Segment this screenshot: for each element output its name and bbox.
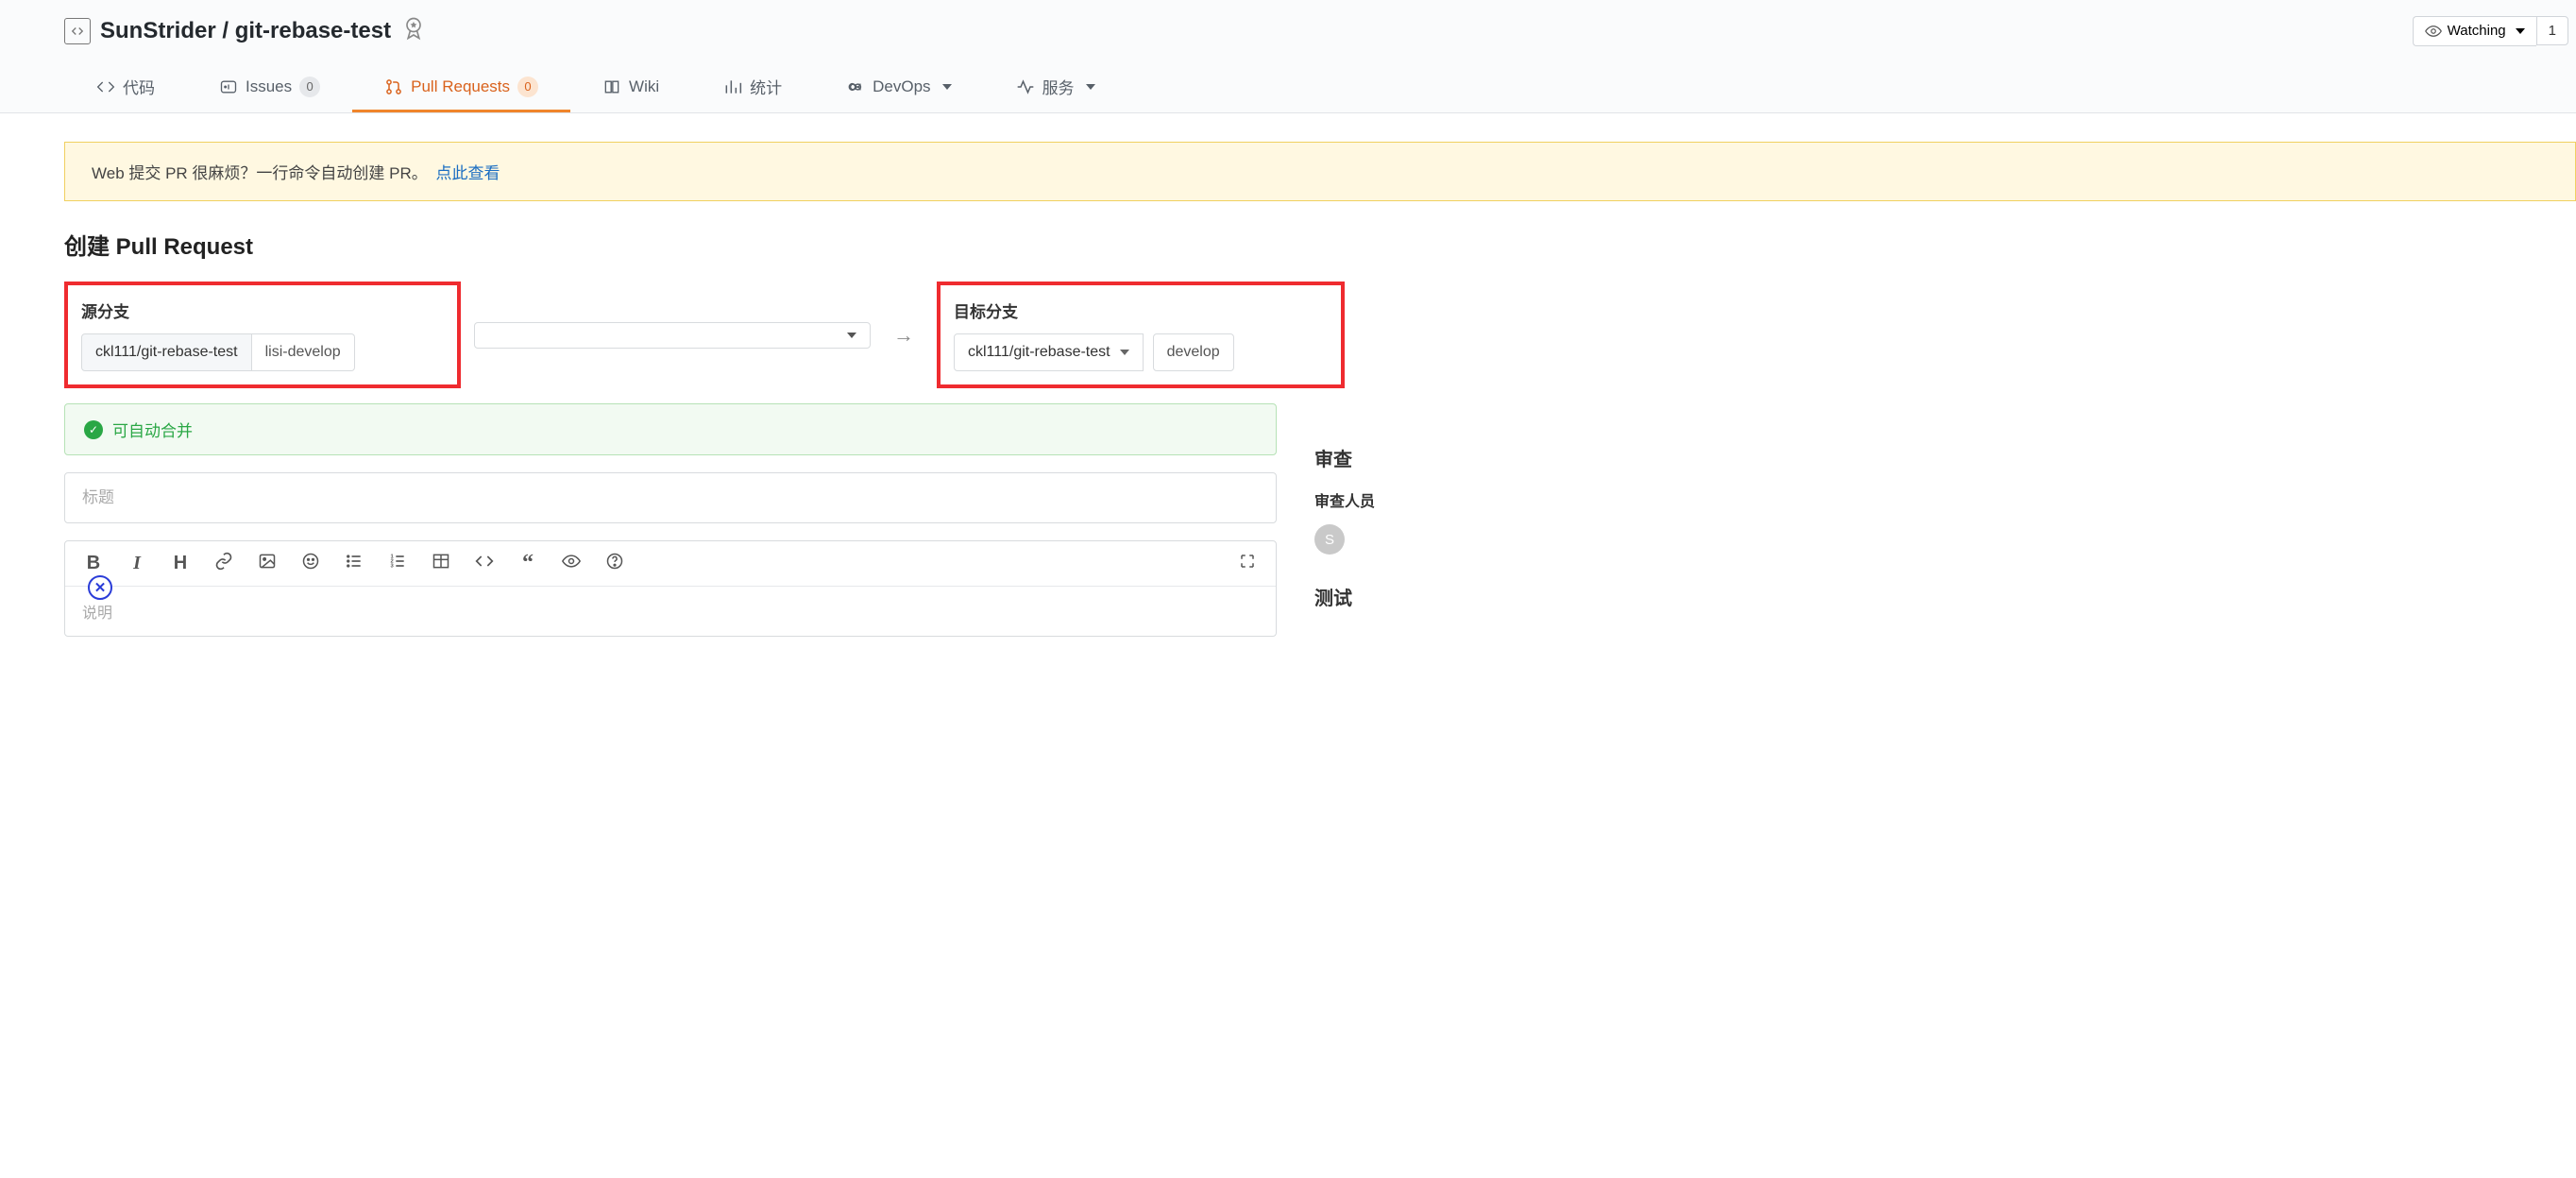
caret-down-icon (942, 84, 952, 90)
source-repo-value: ckl111/git-rebase-test (95, 344, 238, 361)
issues-count-badge: 0 (299, 77, 320, 97)
caret-down-icon (1120, 350, 1129, 355)
source-branch-value: lisi-develop (265, 344, 341, 361)
tab-devops-label: DevOps (873, 77, 930, 96)
svg-text:3: 3 (391, 563, 395, 569)
description-body[interactable]: ✕ 说明 (65, 587, 1276, 636)
preview-icon[interactable] (560, 552, 583, 576)
watch-count[interactable]: 1 (2536, 16, 2568, 45)
source-repo-select[interactable]: ckl111/git-rebase-test (81, 333, 252, 371)
caret-down-icon (2516, 28, 2525, 34)
eye-icon (2425, 23, 2442, 40)
tab-code-label: 代码 (123, 75, 155, 98)
ol-icon[interactable]: 123 (386, 552, 409, 576)
desc-placeholder: 说明 (82, 606, 112, 622)
issues-icon (219, 77, 238, 96)
chart-icon (723, 77, 742, 96)
target-repo-value: ckl111/git-rebase-test (968, 344, 1110, 361)
banner-link[interactable]: 点此查看 (436, 164, 500, 182)
caret-down-icon (847, 333, 856, 338)
tab-wiki[interactable]: Wiki (570, 63, 691, 112)
source-label: 源分支 (81, 299, 444, 322)
review-heading: 审查 (1314, 444, 1456, 471)
target-branch-value: develop (1167, 344, 1220, 361)
tab-wiki-label: Wiki (629, 77, 659, 96)
watch-button[interactable]: Watching (2413, 16, 2536, 46)
award-icon[interactable] (400, 15, 427, 46)
tab-pull-requests[interactable]: Pull Requests 0 (352, 63, 570, 112)
book-icon (602, 77, 621, 96)
merge-status-bar: ✓ 可自动合并 (64, 403, 1277, 455)
owner-link[interactable]: SunStrider (100, 18, 216, 43)
bold-icon[interactable]: B (82, 553, 105, 574)
link-icon[interactable] (212, 552, 235, 576)
pull-request-icon (384, 77, 403, 96)
tab-code[interactable]: 代码 (64, 63, 187, 112)
infinity-icon (846, 77, 865, 96)
repo-icon (64, 18, 91, 44)
test-heading: 测试 (1314, 583, 1456, 610)
tab-devops[interactable]: DevOps (814, 63, 983, 112)
page-title: 创建 Pull Request (64, 228, 2576, 261)
arrow-right-icon: → (888, 323, 920, 348)
banner-text: Web 提交 PR 很麻烦？一行命令自动创建 PR。 (92, 164, 428, 182)
table-icon[interactable] (430, 552, 452, 576)
target-branch-select[interactable]: develop (1153, 333, 1234, 371)
help-icon[interactable] (603, 552, 626, 576)
repo-link[interactable]: git-rebase-test (235, 18, 391, 43)
code-icon[interactable] (473, 552, 496, 576)
check-circle-icon: ✓ (84, 420, 103, 439)
source-branch-dropdown[interactable] (474, 322, 871, 349)
reviewer-avatar[interactable]: S (1314, 524, 1345, 555)
pulls-count-badge: 0 (517, 77, 538, 97)
ul-icon[interactable] (343, 552, 365, 576)
source-branch-box: 源分支 ckl111/git-rebase-test lisi-develop (64, 282, 461, 388)
target-label: 目标分支 (954, 299, 1328, 322)
close-circle-icon[interactable]: ✕ (88, 575, 112, 600)
tab-stats-label: 统计 (750, 75, 782, 98)
tab-services-label: 服务 (1042, 75, 1075, 98)
merge-status-text: 可自动合并 (112, 418, 193, 441)
image-icon[interactable] (256, 552, 279, 576)
fullscreen-icon[interactable] (1236, 553, 1259, 575)
quote-icon[interactable]: “ (517, 551, 539, 576)
source-branch-select-stub[interactable]: lisi-develop (252, 333, 355, 371)
info-banner: Web 提交 PR 很麻烦？一行命令自动创建 PR。 点此查看 (64, 142, 2576, 201)
watch-label: Watching (2448, 23, 2506, 39)
description-editor: B I H 123 “ ✕ 说明 (64, 540, 1277, 637)
heading-icon[interactable]: H (169, 553, 192, 574)
pulse-icon (1016, 77, 1035, 96)
target-repo-select[interactable]: ckl111/git-rebase-test (954, 333, 1144, 371)
pr-title-input[interactable] (64, 472, 1277, 523)
caret-down-icon (1086, 84, 1095, 90)
code-icon (96, 77, 115, 96)
tab-stats[interactable]: 统计 (691, 63, 814, 112)
italic-icon[interactable]: I (126, 553, 148, 574)
repo-breadcrumb: SunStrider / git-rebase-test (100, 18, 391, 44)
tab-issues[interactable]: Issues 0 (187, 63, 352, 112)
emoji-icon[interactable] (299, 552, 322, 576)
reviewers-heading: 审查人员 (1314, 488, 1456, 511)
target-branch-box: 目标分支 ckl111/git-rebase-test develop (937, 282, 1345, 388)
tab-issues-label: Issues (246, 77, 292, 96)
tab-pulls-label: Pull Requests (411, 77, 510, 96)
tab-services[interactable]: 服务 (984, 63, 1127, 112)
